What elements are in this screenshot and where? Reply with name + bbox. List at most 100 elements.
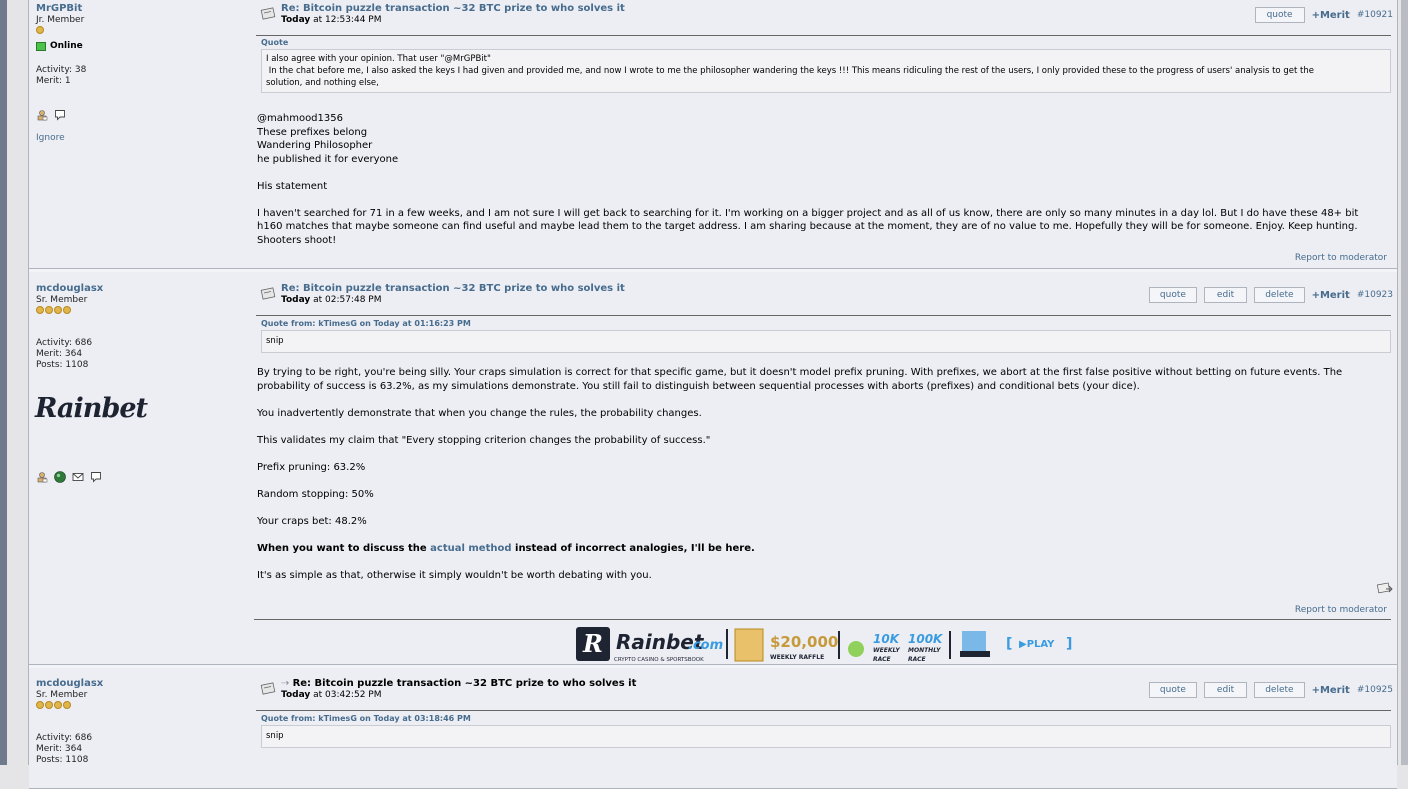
rank-stars bbox=[36, 306, 246, 316]
actual-method-link[interactable]: actual method bbox=[430, 543, 511, 554]
post-number-link[interactable]: #10921 bbox=[1357, 10, 1393, 20]
rank-stars bbox=[36, 701, 246, 711]
post-timestamp: Today at 02:57:48 PM bbox=[281, 295, 382, 305]
window-left-edge bbox=[0, 0, 7, 765]
quote-button[interactable]: quote bbox=[1148, 682, 1197, 698]
personal-message-icon[interactable] bbox=[54, 109, 66, 121]
ad-play-button[interactable]: ▶PLAY bbox=[1019, 639, 1055, 650]
ad-brand-suffix: .com bbox=[688, 638, 723, 653]
text-paragraph: Your craps bet: 48.2% bbox=[257, 515, 367, 527]
thread-container: MrGPBit Jr. Member Online Activity: 38 M… bbox=[28, 0, 1398, 789]
personal-message-icon[interactable] bbox=[90, 471, 102, 483]
activity-count: Activity: 686 bbox=[36, 338, 93, 348]
star-icon bbox=[36, 701, 44, 709]
star-icon bbox=[45, 306, 53, 314]
post-subject-link[interactable]: Re: Bitcoin puzzle transaction ~32 BTC p… bbox=[281, 3, 625, 14]
post-body: Re: Bitcoin puzzle transaction ~32 BTC p… bbox=[256, 0, 1397, 247]
topic-icon bbox=[260, 7, 276, 20]
edit-button[interactable]: edit bbox=[1203, 682, 1248, 698]
post-number-link[interactable]: #10925 bbox=[1357, 685, 1393, 695]
edit-button[interactable]: edit bbox=[1203, 287, 1248, 303]
quote-box: snip bbox=[261, 330, 1391, 353]
quote-line: In the chat before me, I also asked the … bbox=[266, 66, 1314, 76]
window-right-scrollbar[interactable] bbox=[1401, 0, 1408, 765]
text-paragraph: When you want to discuss the actual meth… bbox=[257, 542, 755, 554]
arrow-icon: ⇢ bbox=[281, 678, 293, 689]
report-icon[interactable] bbox=[1377, 582, 1393, 594]
ad-monthly-sub2: RACE bbox=[908, 656, 926, 663]
post-count: Posts: 1108 bbox=[36, 755, 89, 765]
post-text: @mahmood1356 These prefixes belong Wande… bbox=[257, 112, 1377, 247]
post-body: ⇢ Re: Bitcoin puzzle transaction ~32 BTC… bbox=[256, 675, 1397, 748]
online-icon bbox=[36, 41, 46, 51]
ad-tagline: CRYPTO CASINO & SPORTSBOOK bbox=[614, 657, 704, 663]
post-text: By trying to be right, you're being sill… bbox=[257, 366, 1377, 582]
svg-text:[: [ bbox=[1006, 636, 1012, 652]
post-timestamp: Today at 03:42:52 PM bbox=[281, 690, 382, 700]
star-icon bbox=[63, 306, 71, 314]
quote-box: I also agree with your opinion. That use… bbox=[261, 49, 1391, 93]
poster-info: mcdouglasx Sr. Member Activity: 686 Meri… bbox=[36, 678, 246, 766]
text-line: His statement bbox=[257, 180, 328, 192]
delete-button[interactable]: delete bbox=[1254, 287, 1305, 303]
star-icon bbox=[36, 26, 44, 34]
post-count: Posts: 1108 bbox=[36, 360, 89, 370]
report-to-moderator-link[interactable]: Report to moderator bbox=[1295, 253, 1387, 263]
ad-prize: $20,000 bbox=[770, 633, 838, 651]
delete-button[interactable]: delete bbox=[1254, 682, 1305, 698]
poster-name[interactable]: mcdouglasx bbox=[36, 283, 246, 294]
ad-weekly-sub: WEEKLY bbox=[873, 647, 900, 654]
text-line: @mahmood1356 bbox=[257, 113, 343, 124]
website-globe-icon[interactable] bbox=[54, 471, 66, 483]
text-paragraph: Random stopping: 50% bbox=[257, 488, 374, 500]
poster-rank: Jr. Member bbox=[36, 15, 85, 25]
topic-icon bbox=[260, 682, 276, 695]
forum-post: mcdouglasx Sr. Member Activity: 686 Meri… bbox=[29, 665, 1397, 789]
text-line: he published it for everyone bbox=[257, 153, 399, 165]
quote-button[interactable]: quote bbox=[1254, 7, 1305, 23]
signature-banner[interactable]: R Rainbet .com CRYPTO CASINO & SPORTSBOO… bbox=[254, 619, 1391, 664]
merit-link[interactable]: +Merit bbox=[1312, 290, 1350, 301]
svg-text:R: R bbox=[582, 629, 603, 658]
post-divider bbox=[256, 315, 1391, 316]
text-paragraph: By trying to be right, you're being sill… bbox=[257, 367, 1343, 392]
online-status: Online bbox=[36, 41, 246, 51]
avatar: Rainbet bbox=[35, 393, 148, 424]
text-paragraph: This validates my claim that "Every stop… bbox=[257, 434, 711, 446]
ignore-link[interactable]: Ignore bbox=[36, 133, 246, 143]
text-line: These prefixes belong bbox=[257, 126, 368, 138]
poster-name[interactable]: mcdouglasx bbox=[36, 678, 246, 689]
merit-count: Merit: 364 bbox=[36, 349, 83, 359]
rainbet-ad-banner[interactable]: R Rainbet .com CRYPTO CASINO & SPORTSBOO… bbox=[576, 625, 1106, 665]
activity-count: Activity: 38 bbox=[36, 65, 87, 75]
text-paragraph: It's as simple as that, otherwise it sim… bbox=[257, 569, 652, 581]
merit-link[interactable]: +Merit bbox=[1312, 10, 1350, 21]
star-icon bbox=[63, 701, 71, 709]
poster-name[interactable]: MrGPBit bbox=[36, 3, 246, 14]
profile-icon[interactable] bbox=[36, 471, 48, 483]
email-icon[interactable] bbox=[72, 471, 84, 483]
ad-weekly: 10K bbox=[873, 632, 901, 646]
profile-icon[interactable] bbox=[36, 109, 48, 121]
quote-header: Quote from: kTimesG on Today at 03:18:46… bbox=[261, 714, 471, 723]
text-paragraph: You inadvertently demonstrate that when … bbox=[257, 407, 702, 419]
post-number-link[interactable]: #10923 bbox=[1357, 290, 1393, 300]
merit-link[interactable]: +Merit bbox=[1312, 685, 1350, 696]
quote-button[interactable]: quote bbox=[1148, 287, 1197, 303]
text-paragraph: Prefix pruning: 63.2% bbox=[257, 461, 366, 473]
text-paragraph: I haven't searched for 71 in a few weeks… bbox=[257, 207, 1359, 246]
report-to-moderator-link[interactable]: Report to moderator bbox=[1295, 605, 1387, 615]
post-divider bbox=[256, 710, 1391, 711]
quote-text: snip bbox=[266, 336, 284, 346]
ad-weekly-sub2: RACE bbox=[873, 656, 891, 663]
star-icon bbox=[36, 306, 44, 314]
poster-info: mcdouglasx Sr. Member Activity: 686 Meri… bbox=[35, 283, 246, 483]
post-subject-link[interactable]: Re: Bitcoin puzzle transaction ~32 BTC p… bbox=[281, 283, 625, 294]
activity-count: Activity: 686 bbox=[36, 733, 93, 743]
post-subject-link[interactable]: ⇢ Re: Bitcoin puzzle transaction ~32 BTC… bbox=[281, 678, 636, 689]
merit-count: Merit: 1 bbox=[36, 76, 71, 86]
ad-prize-sub: WEEKLY RAFFLE bbox=[770, 654, 824, 661]
quote-header: Quote from: kTimesG on Today at 01:16:23… bbox=[261, 319, 471, 328]
svg-text:]: ] bbox=[1066, 636, 1072, 652]
quote-header: Quote bbox=[261, 38, 289, 47]
